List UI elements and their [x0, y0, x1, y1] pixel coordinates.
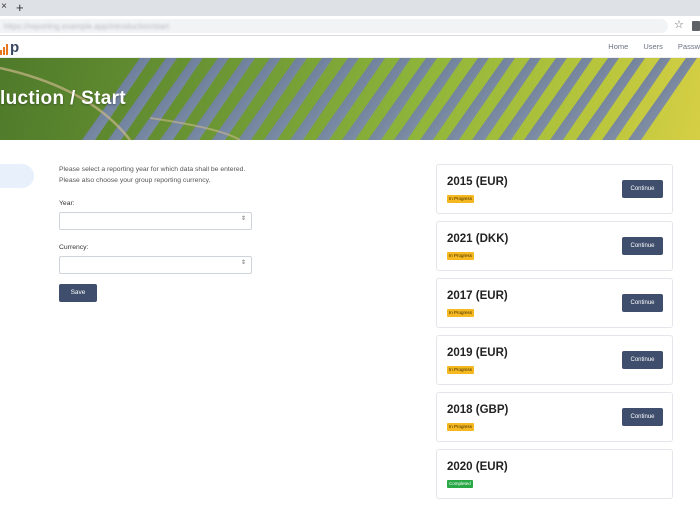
year-card: 2015 (EUR) In Progress Continue [436, 164, 673, 214]
status-badge: In Progress [447, 252, 475, 260]
browser-tabbar: × + [0, 0, 700, 16]
year-card-title: 2019 (EUR) [447, 347, 508, 359]
select-caret-icon: ⇕ [240, 216, 246, 222]
year-card-title: 2018 (GBP) [447, 404, 509, 416]
status-badge: In Progress [447, 366, 475, 374]
year-card: 2021 (DKK) In Progress Continue [436, 221, 673, 271]
nav-users-link[interactable]: Users [643, 42, 663, 51]
select-caret-icon: ⇕ [240, 260, 246, 266]
sidebar-active-item[interactable] [0, 164, 34, 188]
year-card: 2019 (EUR) In Progress Continue [436, 335, 673, 385]
status-badge: In Progress [447, 195, 475, 203]
site-navbar: p Home Users Passw [0, 36, 700, 58]
year-card-title: 2015 (EUR) [447, 176, 508, 188]
continue-button[interactable]: Continue [622, 351, 663, 369]
year-card-title: 2017 (EUR) [447, 290, 508, 302]
year-card: 2018 (GBP) In Progress Continue [436, 392, 673, 442]
year-card: 2020 (EUR) Completed [436, 449, 673, 499]
year-select[interactable]: ⇕ [59, 212, 252, 230]
site-logo[interactable]: p [0, 39, 19, 55]
hero-banner: luction / Start [0, 58, 700, 140]
extension-icon[interactable] [692, 21, 700, 31]
close-tab-icon[interactable]: × [0, 1, 8, 12]
continue-button[interactable]: Continue [622, 237, 663, 255]
reporting-form: Please select a reporting year for which… [59, 164, 259, 302]
new-tab-icon[interactable]: + [16, 0, 24, 16]
year-card-title: 2021 (DKK) [447, 233, 509, 245]
currency-select[interactable]: ⇕ [59, 256, 252, 274]
status-badge: Completed [447, 480, 473, 488]
nav-password-link[interactable]: Passw [678, 42, 700, 51]
bookmark-star-icon[interactable]: ☆ [674, 18, 684, 31]
status-badge: In Progress [447, 423, 475, 431]
continue-button[interactable]: Continue [622, 294, 663, 312]
reporting-year-list: 2015 (EUR) In Progress Continue 2021 (DK… [436, 164, 673, 506]
currency-label: Currency: [59, 244, 89, 251]
intro-text-line2: Please also choose your group reporting … [59, 177, 211, 184]
intro-text-line1: Please select a reporting year for which… [59, 166, 246, 173]
logo-text: p [10, 39, 20, 56]
status-badge: In Progress [447, 309, 475, 317]
logo-bar-icon [0, 50, 2, 55]
year-label: Year: [59, 200, 75, 207]
continue-button[interactable]: Continue [622, 408, 663, 426]
year-card: 2017 (EUR) In Progress Continue [436, 278, 673, 328]
url-text: https://reporting.example.app/introducti… [4, 22, 169, 31]
nav-links: Home Users Passw [593, 42, 700, 51]
address-bar: https://reporting.example.app/introducti… [0, 16, 700, 36]
save-button[interactable]: Save [59, 284, 97, 302]
url-field[interactable]: https://reporting.example.app/introducti… [0, 19, 668, 33]
logo-bar-icon [3, 47, 5, 55]
nav-home-link[interactable]: Home [608, 42, 628, 51]
year-card-title: 2020 (EUR) [447, 461, 508, 473]
continue-button[interactable]: Continue [622, 180, 663, 198]
logo-bar-icon [6, 44, 8, 55]
page-title: luction / Start [0, 88, 126, 109]
